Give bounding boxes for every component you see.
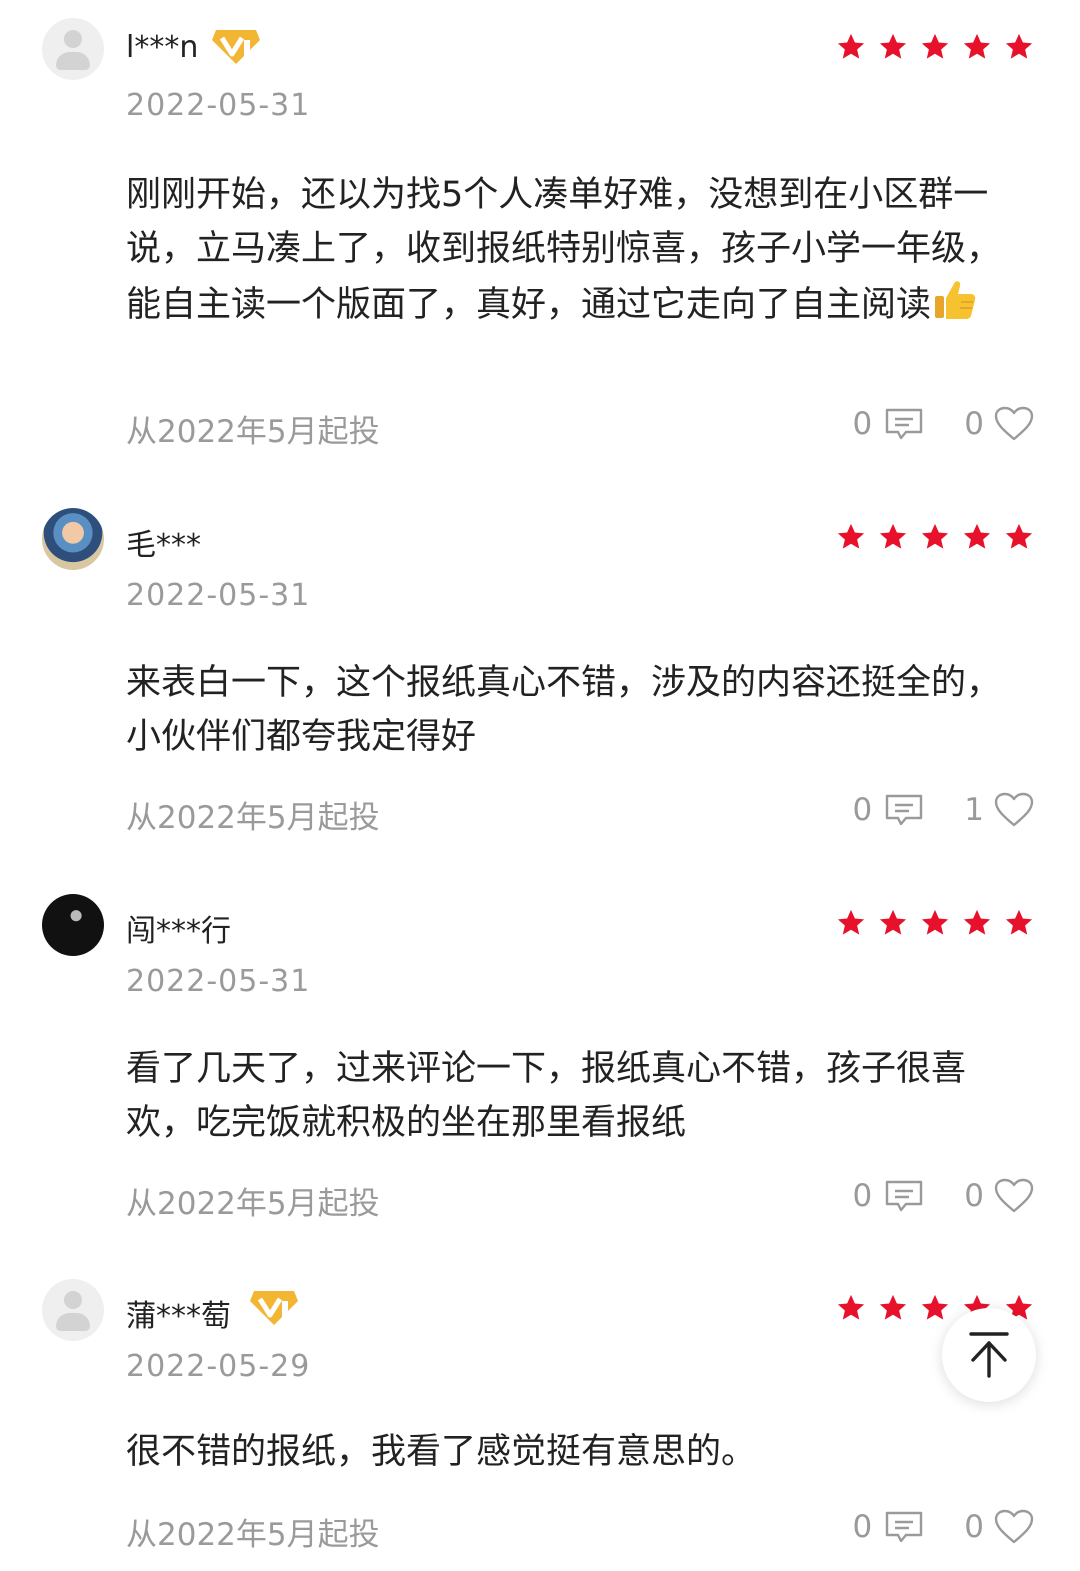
like-count: 1 — [964, 792, 984, 828]
star-icon — [879, 909, 907, 935]
rating-stars — [836, 522, 1034, 552]
review-date: 2022-05-31 — [126, 88, 311, 123]
review-content: 刚刚开始，还以为找5个人凑单好难，没想到在小区群一说，立马凑上了，收到报纸特别惊… — [126, 168, 1026, 332]
comment-count: 0 — [852, 406, 873, 442]
like-count: 0 — [964, 1178, 984, 1214]
star-icon — [879, 1294, 907, 1320]
star-icon — [837, 33, 865, 59]
subscribe-since: 从2022年5月起投 — [126, 414, 380, 450]
review-text: 看了几天了，过来评论一下，报纸真心不错，孩子很喜欢，吃完饭就积极的坐在那里看报纸 — [126, 1049, 967, 1143]
review-text: 刚刚开始，还以为找5个人凑单好难，没想到在小区群一说，立马凑上了，收到报纸特别惊… — [126, 175, 1002, 325]
subscribe-since: 从2022年5月起投 — [126, 800, 380, 836]
review-date: 2022-05-31 — [126, 578, 311, 613]
comment-count: 0 — [852, 792, 873, 828]
like-count: 0 — [964, 1509, 984, 1545]
star-icon — [837, 523, 865, 549]
rating-stars — [836, 32, 1034, 62]
review-date: 2022-05-29 — [126, 1349, 311, 1384]
heart-icon[interactable] — [994, 1509, 1034, 1545]
like-count: 0 — [964, 406, 984, 442]
comment-count: 0 — [852, 1178, 873, 1214]
back-to-top-button[interactable] — [942, 1308, 1036, 1402]
comment-count: 0 — [852, 1509, 873, 1545]
review-footer: 从2022年5月起投 0 0 — [126, 1509, 1034, 1553]
vip-badge-icon — [212, 30, 260, 64]
rating-stars — [836, 908, 1034, 938]
default-avatar[interactable] — [42, 18, 104, 80]
comment-icon[interactable] — [884, 407, 924, 441]
username[interactable]: 毛*** — [126, 520, 201, 564]
star-icon — [1005, 909, 1033, 935]
username[interactable]: 蒲***萄 — [126, 1291, 231, 1335]
star-icon — [963, 523, 991, 549]
comment-icon[interactable] — [884, 1179, 924, 1213]
review-content: 来表白一下，这个报纸真心不错，涉及的内容还挺全的，小伙伴们都夸我定得好 — [126, 656, 1026, 764]
star-icon — [921, 909, 949, 935]
review-footer: 从2022年5月起投 0 1 — [126, 792, 1034, 836]
comment-icon[interactable] — [884, 793, 924, 827]
subscribe-since: 从2022年5月起投 — [126, 1186, 380, 1222]
review-footer: 从2022年5月起投 0 0 — [126, 1178, 1034, 1222]
star-icon — [963, 33, 991, 59]
star-icon — [963, 909, 991, 935]
review-text: 很不错的报纸，我看了感觉挺有意思的。 — [126, 1432, 757, 1472]
star-icon — [837, 909, 865, 935]
comment-icon[interactable] — [884, 1510, 924, 1544]
review-content: 很不错的报纸，我看了感觉挺有意思的。 — [126, 1425, 1026, 1479]
heart-icon[interactable] — [994, 406, 1034, 442]
subscribe-since: 从2022年5月起投 — [126, 1517, 380, 1553]
user-avatar[interactable] — [42, 894, 104, 956]
review-date: 2022-05-31 — [126, 964, 311, 999]
star-icon — [921, 1294, 949, 1320]
thumbs-up-icon — [935, 281, 976, 319]
star-icon — [1005, 33, 1033, 59]
star-icon — [879, 523, 907, 549]
review-content: 看了几天了，过来评论一下，报纸真心不错，孩子很喜欢，吃完饭就积极的坐在那里看报纸 — [126, 1042, 1026, 1150]
star-icon — [837, 1294, 865, 1320]
heart-icon[interactable] — [994, 792, 1034, 828]
vip-badge-icon — [250, 1291, 298, 1325]
star-icon — [921, 33, 949, 59]
star-icon — [921, 523, 949, 549]
star-icon — [1005, 523, 1033, 549]
review-footer: 从2022年5月起投 0 0 — [126, 406, 1034, 450]
heart-icon[interactable] — [994, 1178, 1034, 1214]
arrow-up-icon — [969, 1332, 1009, 1378]
username[interactable]: l***n — [126, 30, 198, 65]
user-avatar[interactable] — [42, 508, 104, 570]
default-avatar[interactable] — [42, 1279, 104, 1341]
review-text: 来表白一下，这个报纸真心不错，涉及的内容还挺全的，小伙伴们都夸我定得好 — [126, 663, 1002, 757]
star-icon — [879, 33, 907, 59]
username[interactable]: 闯***行 — [126, 906, 231, 950]
